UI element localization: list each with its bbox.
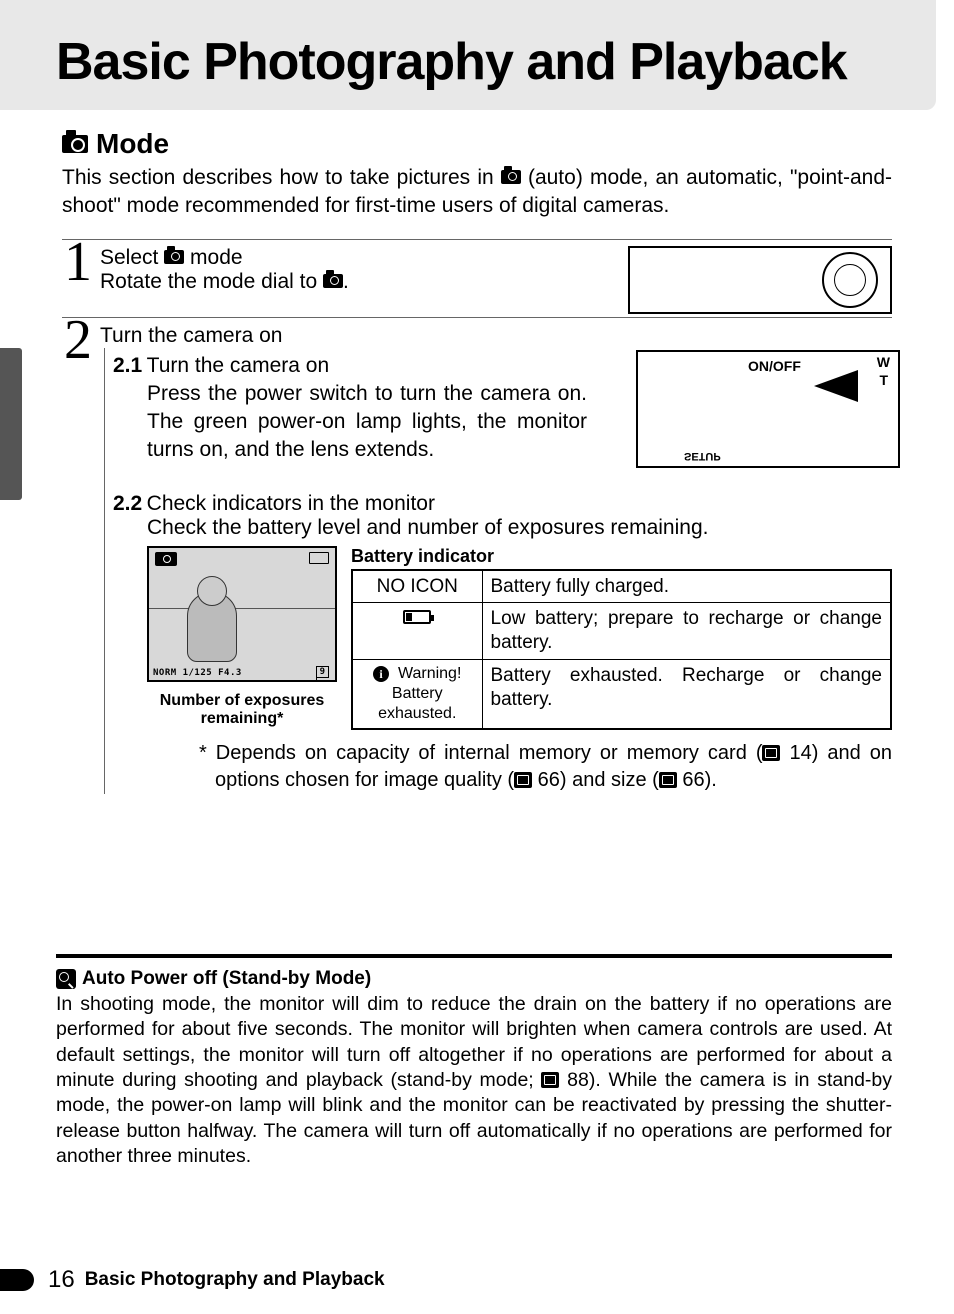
section-side-tab [0,348,22,500]
table-row: i Warning! Battery exhausted. Battery ex… [352,659,891,729]
battery-indicator-table: NO ICON Battery fully charged. Low batte… [351,569,892,730]
page-footer: 16 Basic Photography and Playback [0,1266,954,1294]
camera-icon [164,250,184,264]
cell-icon: NO ICON [352,570,482,603]
step-1: 1 Select mode Rotate the mode dial to . [62,239,892,317]
setup-label: SETUP [684,450,721,462]
battery-icon [309,552,329,564]
step-2: 2 Turn the camera on 2.1 Turn the camera… [62,317,892,802]
cell-icon [352,603,482,660]
fn-c: 66) and size ( [532,769,659,791]
monitor-preview: NORM 1/125 F4.3 9 Number of exposures re… [147,546,337,729]
caption-line-1: Number of exposures [160,692,324,709]
battery-indicator-table-wrap: Battery indicator NO ICON Battery fully … [351,546,892,730]
onoff-label: ON/OFF [748,358,801,374]
step2-title: Turn the camera on [100,324,892,348]
table-title: Battery indicator [351,546,892,567]
sub-label: 2.2 [113,492,142,515]
subject-head [197,576,227,606]
fn-a: * Depends on capacity of internal memory… [199,742,762,764]
camera-mode-icon [155,552,177,566]
zoom-w-label: W [877,354,890,370]
mode-dial-icon [822,252,878,308]
step1-title-a: Select [100,246,164,269]
mode-dial-illustration [628,246,892,314]
warning-sub: Battery exhausted. [378,685,456,722]
footnote: * Depends on capacity of internal memory… [199,740,892,794]
chapter-header: Basic Photography and Playback [0,0,936,110]
mode-heading-text: Mode [96,128,169,160]
mode-heading: Mode [62,128,892,160]
monitor-screen: NORM 1/125 F4.3 9 [147,546,337,682]
horizon-line [149,608,335,609]
camera-icon [323,274,343,288]
cell-desc: Battery fully charged. [482,570,891,603]
page-ref-icon [762,745,780,761]
power-switch-illustration: ON/OFF W T SETUP [636,350,900,468]
sub22-lead: Check the battery level and number of ex… [147,516,892,540]
camera-icon [501,170,521,184]
callout-line [316,669,317,681]
cell-icon: i Warning! Battery exhausted. [352,659,482,729]
sub-title: Check indicators in the monitor [147,492,435,515]
page-number: 16 [48,1266,75,1294]
chapter-title: Basic Photography and Playback [56,32,936,92]
substep-2-2: 2.2 Check indicators in the monitor Chec… [104,478,892,794]
cell-desc: Low battery; prepare to recharge or chan… [482,603,891,660]
step1-title-b: mode [184,246,242,269]
footer-title: Basic Photography and Playback [85,1269,385,1291]
zoom-t-label: T [879,372,888,388]
sub-title: Turn the camera on [147,354,329,377]
section-divider [56,954,892,958]
mode-intro: This section describes how to take pictu… [62,164,892,221]
camera-icon [62,135,88,153]
caption-line-2: remaining [201,710,277,727]
cell-desc: Battery exhausted. Recharge or change ba… [482,659,891,729]
note-icon [56,969,76,989]
sub22-heading: 2.2 Check indicators in the monitor [113,492,892,516]
note-heading: Auto Power off (Stand-by Mode) [56,968,892,990]
warning-label: Warning! [398,665,461,682]
monitor-caption: Number of exposures remaining* [147,692,337,729]
note-section: Auto Power off (Stand-by Mode) In shooti… [0,968,954,1169]
page-ref-icon [541,1072,559,1088]
low-battery-icon [403,610,431,624]
step-number: 2 [64,312,92,368]
step1-text-a: Rotate the mode dial to [100,270,323,293]
note-body: In shooting mode, the monitor will dim t… [56,992,892,1169]
warning-icon: i [373,666,389,682]
page-ref-icon [514,772,532,788]
page-ref-icon [659,772,677,788]
monitor-readout: NORM 1/125 F4.3 [153,668,242,678]
sub-label: 2.1 [113,354,142,377]
substep-2-1: 2.1 Turn the camera on Press the power s… [104,348,892,478]
table-row: Low battery; prepare to recharge or chan… [352,603,891,660]
fn-d: 66). [677,769,717,791]
sub21-text: Press the power switch to turn the camer… [147,380,587,465]
step1-text-b: . [343,270,349,293]
arrow-icon [814,370,858,402]
note-heading-text: Auto Power off (Stand-by Mode) [82,968,371,990]
intro-text-a: This section describes how to take pictu… [62,166,501,189]
caption-asterisk: * [277,710,283,727]
exposures-remaining-value: 9 [316,666,329,678]
table-row: NO ICON Battery fully charged. [352,570,891,603]
step-number: 1 [64,234,92,290]
footer-tab [0,1269,34,1291]
